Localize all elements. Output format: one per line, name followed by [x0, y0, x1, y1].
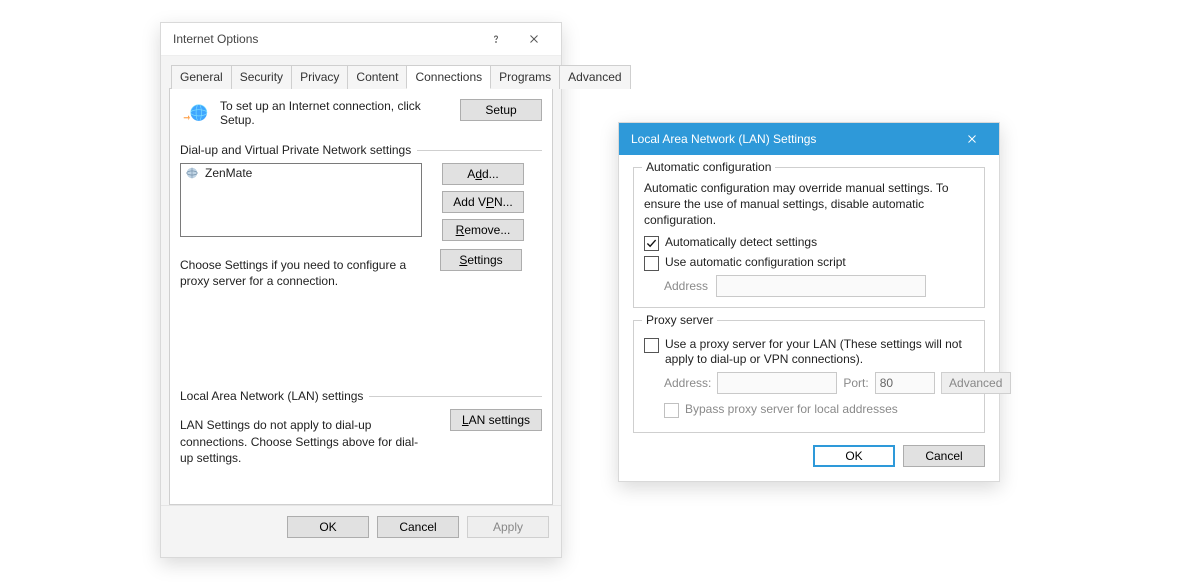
proxy-address-label: Address: — [664, 376, 711, 390]
lan-settings-button[interactable]: LAN settings — [450, 409, 542, 431]
lan-bottombar: OK Cancel — [633, 445, 985, 467]
proxy-group-label: Proxy server — [642, 313, 717, 327]
proxy-port-input[interactable] — [875, 372, 935, 394]
internet-options-title: Internet Options — [173, 32, 477, 46]
remove-button[interactable]: Remove... — [442, 219, 524, 241]
lan-cancel-button[interactable]: Cancel — [903, 445, 985, 467]
auto-script-label: Use automatic configuration script — [665, 255, 846, 271]
internet-options-bottombar: OK Cancel Apply — [161, 505, 561, 548]
settings-button[interactable]: Settings — [440, 249, 522, 271]
tab-advanced[interactable]: Advanced — [559, 65, 630, 89]
auto-group-label: Automatic configuration — [642, 160, 775, 174]
globe-icon — [180, 99, 210, 129]
advanced-button[interactable]: Advanced — [941, 372, 1011, 394]
cancel-button[interactable]: Cancel — [377, 516, 459, 538]
lan-close-button[interactable] — [953, 123, 991, 155]
lan-note: LAN Settings do not apply to dial-up con… — [180, 417, 430, 466]
auto-note: Automatic configuration may override man… — [644, 180, 974, 229]
tab-connections[interactable]: Connections — [406, 65, 491, 89]
internet-options-titlebar: Internet Options — [161, 23, 561, 56]
close-icon — [528, 33, 540, 45]
internet-options-window: Internet Options GeneralSecurityPrivacyC… — [160, 22, 562, 558]
lan-settings-window: Local Area Network (LAN) Settings Automa… — [618, 122, 1000, 482]
connection-item[interactable]: ZenMate — [181, 164, 421, 182]
tab-security[interactable]: Security — [231, 65, 292, 89]
bypass-local-label: Bypass proxy server for local addresses — [685, 402, 898, 418]
ok-button[interactable]: OK — [287, 516, 369, 538]
lan-title: Local Area Network (LAN) Settings — [631, 132, 953, 146]
proxy-server-group: Proxy server Use a proxy server for your… — [633, 320, 985, 433]
proxy-port-label: Port: — [843, 376, 868, 390]
add-vpn-button[interactable]: Add VPN... — [442, 191, 524, 213]
tab-privacy[interactable]: Privacy — [291, 65, 348, 89]
dialup-group-label: Dial-up and Virtual Private Network sett… — [180, 143, 411, 157]
tab-general[interactable]: General — [171, 65, 232, 89]
close-button[interactable] — [515, 23, 553, 55]
auto-detect-checkbox[interactable]: Automatically detect settings — [644, 235, 974, 251]
auto-detect-label: Automatically detect settings — [665, 235, 817, 251]
use-proxy-checkbox[interactable]: Use a proxy server for your LAN (These s… — [644, 337, 974, 368]
use-proxy-label: Use a proxy server for your LAN (These s… — [665, 337, 974, 368]
setup-row: To set up an Internet connection, click … — [180, 99, 542, 129]
internet-options-tabs: GeneralSecurityPrivacyContentConnections… — [169, 64, 553, 89]
auto-script-checkbox[interactable]: Use automatic configuration script — [644, 255, 974, 271]
automatic-configuration-group: Automatic configuration Automatic config… — [633, 167, 985, 308]
tab-programs[interactable]: Programs — [490, 65, 560, 89]
tab-content[interactable]: Content — [347, 65, 407, 89]
apply-button[interactable]: Apply — [467, 516, 549, 538]
dialup-group: Dial-up and Virtual Private Network sett… — [180, 143, 542, 289]
help-icon — [490, 33, 502, 45]
close-icon — [966, 133, 978, 145]
add-button[interactable]: Add... — [442, 163, 524, 185]
bypass-local-checkbox[interactable]: Bypass proxy server for local addresses — [644, 402, 974, 418]
help-button[interactable] — [477, 23, 515, 55]
choose-settings-note: Choose Settings if you need to configure… — [180, 257, 420, 289]
setup-hint: To set up an Internet connection, click … — [220, 99, 450, 127]
lan-group: Local Area Network (LAN) settings LAN Se… — [180, 389, 542, 466]
lan-titlebar: Local Area Network (LAN) Settings — [619, 123, 999, 155]
setup-button[interactable]: Setup — [460, 99, 542, 121]
lan-ok-button[interactable]: OK — [813, 445, 895, 467]
proxy-address-input[interactable] — [717, 372, 837, 394]
script-address-label: Address — [664, 279, 708, 293]
check-icon — [646, 238, 657, 249]
connections-tab-page: To set up an Internet connection, click … — [169, 89, 553, 505]
connection-icon — [185, 166, 199, 180]
connection-label: ZenMate — [205, 166, 252, 180]
connections-listbox[interactable]: ZenMate — [180, 163, 422, 237]
lan-group-label: Local Area Network (LAN) settings — [180, 389, 363, 403]
script-address-input[interactable] — [716, 275, 926, 297]
